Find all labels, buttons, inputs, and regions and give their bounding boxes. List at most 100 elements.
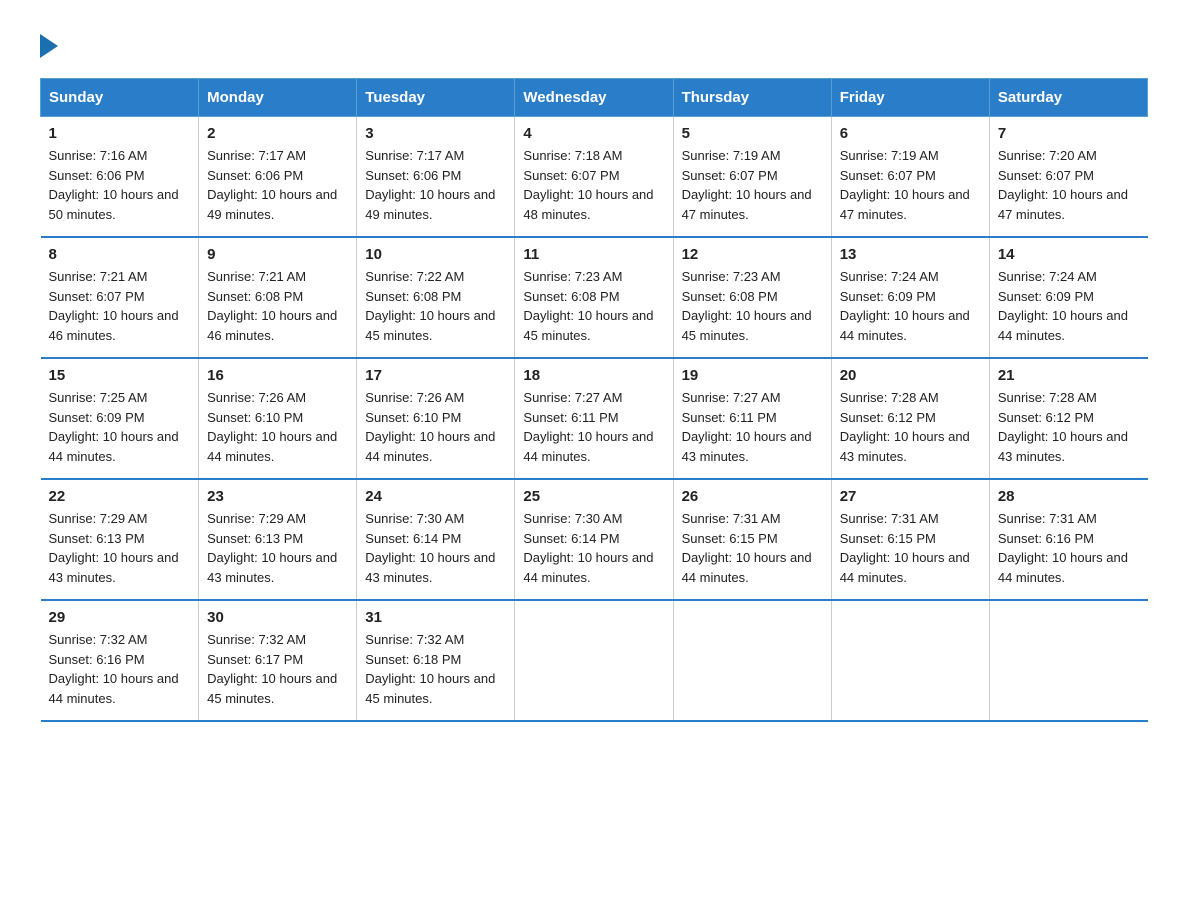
calendar-week-row: 29 Sunrise: 7:32 AMSunset: 6:16 PMDayligh… [41,600,1148,721]
calendar-header-row: SundayMondayTuesdayWednesdayThursdayFrid… [41,79,1148,117]
day-number: 1 [49,125,191,142]
day-number: 8 [49,246,191,263]
day-info: Sunrise: 7:30 AMSunset: 6:14 PMDaylight:… [523,511,653,585]
day-number: 3 [365,125,506,142]
col-header-thursday: Thursday [673,79,831,117]
calendar-cell: 26 Sunrise: 7:31 AMSunset: 6:15 PMDayligh… [673,479,831,600]
day-info: Sunrise: 7:30 AMSunset: 6:14 PMDaylight:… [365,511,495,585]
calendar-cell [673,600,831,721]
calendar-cell: 30 Sunrise: 7:32 AMSunset: 6:17 PMDayligh… [199,600,357,721]
day-info: Sunrise: 7:27 AMSunset: 6:11 PMDaylight:… [523,390,653,464]
calendar-cell: 1Sunrise: 7:16 AMSunset: 6:06 PMDaylight… [41,117,199,238]
day-info: Sunrise: 7:21 AMSunset: 6:08 PMDaylight:… [207,269,337,343]
day-number: 16 [207,367,348,384]
calendar-cell: 31 Sunrise: 7:32 AMSunset: 6:18 PMDayligh… [357,600,515,721]
col-header-tuesday: Tuesday [357,79,515,117]
calendar-cell: 4 Sunrise: 7:18 AMSunset: 6:07 PMDaylight… [515,117,673,238]
day-info: Sunrise: 7:28 AMSunset: 6:12 PMDaylight:… [998,390,1128,464]
calendar-week-row: 1Sunrise: 7:16 AMSunset: 6:06 PMDaylight… [41,117,1148,238]
day-info: Sunrise: 7:31 AMSunset: 6:16 PMDaylight:… [998,511,1128,585]
day-info: Sunrise: 7:24 AMSunset: 6:09 PMDaylight:… [840,269,970,343]
day-number: 19 [682,367,823,384]
day-number: 10 [365,246,506,263]
calendar-cell: 22 Sunrise: 7:29 AMSunset: 6:13 PMDayligh… [41,479,199,600]
day-info: Sunrise: 7:17 AMSunset: 6:06 PMDaylight:… [207,148,337,222]
day-number: 14 [998,246,1140,263]
logo [40,30,58,58]
day-info: Sunrise: 7:25 AMSunset: 6:09 PMDaylight:… [49,390,179,464]
day-number: 18 [523,367,664,384]
day-info: Sunrise: 7:32 AMSunset: 6:17 PMDaylight:… [207,632,337,706]
day-info: Sunrise: 7:29 AMSunset: 6:13 PMDaylight:… [207,511,337,585]
day-info: Sunrise: 7:32 AMSunset: 6:18 PMDaylight:… [365,632,495,706]
calendar-cell: 25 Sunrise: 7:30 AMSunset: 6:14 PMDayligh… [515,479,673,600]
page-header [40,30,1148,58]
calendar-week-row: 8 Sunrise: 7:21 AMSunset: 6:07 PMDaylight… [41,237,1148,358]
day-number: 28 [998,488,1140,505]
calendar-cell: 24 Sunrise: 7:30 AMSunset: 6:14 PMDayligh… [357,479,515,600]
day-number: 26 [682,488,823,505]
calendar-cell: 2 Sunrise: 7:17 AMSunset: 6:06 PMDaylight… [199,117,357,238]
day-number: 20 [840,367,981,384]
day-info: Sunrise: 7:28 AMSunset: 6:12 PMDaylight:… [840,390,970,464]
day-number: 4 [523,125,664,142]
day-info: Sunrise: 7:20 AMSunset: 6:07 PMDaylight:… [998,148,1128,222]
day-number: 11 [523,246,664,263]
day-number: 30 [207,609,348,626]
day-info: Sunrise: 7:17 AMSunset: 6:06 PMDaylight:… [365,148,495,222]
day-info: Sunrise: 7:26 AMSunset: 6:10 PMDaylight:… [365,390,495,464]
day-number: 27 [840,488,981,505]
calendar-cell: 27 Sunrise: 7:31 AMSunset: 6:15 PMDayligh… [831,479,989,600]
day-number: 24 [365,488,506,505]
logo-arrow-icon [40,34,58,58]
calendar-cell: 8 Sunrise: 7:21 AMSunset: 6:07 PMDaylight… [41,237,199,358]
day-info: Sunrise: 7:23 AMSunset: 6:08 PMDaylight:… [523,269,653,343]
day-number: 22 [49,488,191,505]
calendar-cell: 14 Sunrise: 7:24 AMSunset: 6:09 PMDayligh… [989,237,1147,358]
day-number: 9 [207,246,348,263]
calendar-cell: 21 Sunrise: 7:28 AMSunset: 6:12 PMDayligh… [989,358,1147,479]
col-header-monday: Monday [199,79,357,117]
col-header-friday: Friday [831,79,989,117]
calendar-cell [831,600,989,721]
col-header-sunday: Sunday [41,79,199,117]
day-number: 23 [207,488,348,505]
calendar-cell: 13Sunrise: 7:24 AMSunset: 6:09 PMDayligh… [831,237,989,358]
day-number: 12 [682,246,823,263]
day-number: 21 [998,367,1140,384]
day-info: Sunrise: 7:19 AMSunset: 6:07 PMDaylight:… [840,148,970,222]
day-info: Sunrise: 7:23 AMSunset: 6:08 PMDaylight:… [682,269,812,343]
calendar-cell: 19 Sunrise: 7:27 AMSunset: 6:11 PMDayligh… [673,358,831,479]
calendar-cell: 15 Sunrise: 7:25 AMSunset: 6:09 PMDayligh… [41,358,199,479]
calendar-table: SundayMondayTuesdayWednesdayThursdayFrid… [40,78,1148,722]
day-info: Sunrise: 7:31 AMSunset: 6:15 PMDaylight:… [682,511,812,585]
calendar-cell: 20 Sunrise: 7:28 AMSunset: 6:12 PMDayligh… [831,358,989,479]
day-number: 7 [998,125,1140,142]
day-info: Sunrise: 7:27 AMSunset: 6:11 PMDaylight:… [682,390,812,464]
calendar-cell: 6 Sunrise: 7:19 AMSunset: 6:07 PMDaylight… [831,117,989,238]
calendar-cell: 5Sunrise: 7:19 AMSunset: 6:07 PMDaylight… [673,117,831,238]
col-header-saturday: Saturday [989,79,1147,117]
day-number: 15 [49,367,191,384]
calendar-cell: 3 Sunrise: 7:17 AMSunset: 6:06 PMDaylight… [357,117,515,238]
day-number: 2 [207,125,348,142]
day-info: Sunrise: 7:29 AMSunset: 6:13 PMDaylight:… [49,511,179,585]
day-info: Sunrise: 7:21 AMSunset: 6:07 PMDaylight:… [49,269,179,343]
day-info: Sunrise: 7:26 AMSunset: 6:10 PMDaylight:… [207,390,337,464]
calendar-cell [515,600,673,721]
day-number: 31 [365,609,506,626]
day-number: 25 [523,488,664,505]
day-number: 29 [49,609,191,626]
calendar-week-row: 22 Sunrise: 7:29 AMSunset: 6:13 PMDayligh… [41,479,1148,600]
day-number: 6 [840,125,981,142]
day-info: Sunrise: 7:32 AMSunset: 6:16 PMDaylight:… [49,632,179,706]
day-info: Sunrise: 7:24 AMSunset: 6:09 PMDaylight:… [998,269,1128,343]
col-header-wednesday: Wednesday [515,79,673,117]
day-number: 17 [365,367,506,384]
calendar-cell: 18 Sunrise: 7:27 AMSunset: 6:11 PMDayligh… [515,358,673,479]
calendar-cell: 29 Sunrise: 7:32 AMSunset: 6:16 PMDayligh… [41,600,199,721]
calendar-cell: 28 Sunrise: 7:31 AMSunset: 6:16 PMDayligh… [989,479,1147,600]
day-info: Sunrise: 7:18 AMSunset: 6:07 PMDaylight:… [523,148,653,222]
day-info: Sunrise: 7:31 AMSunset: 6:15 PMDaylight:… [840,511,970,585]
calendar-cell: 16 Sunrise: 7:26 AMSunset: 6:10 PMDayligh… [199,358,357,479]
